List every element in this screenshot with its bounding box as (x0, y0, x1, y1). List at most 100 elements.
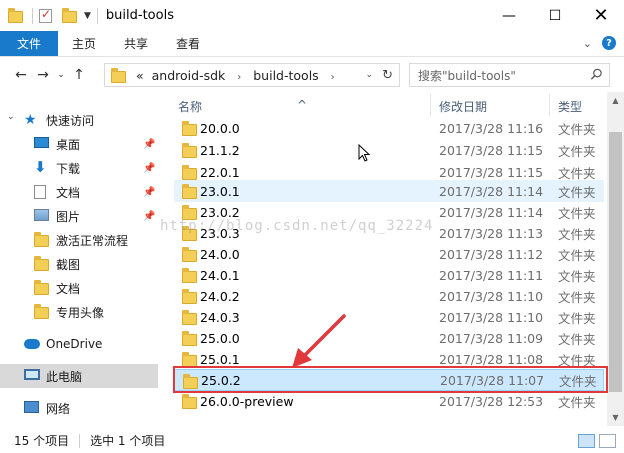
folder-icon (182, 184, 197, 199)
sidebar-item-label: 网络 (46, 401, 71, 416)
tab-view[interactable]: 查看 (162, 31, 214, 56)
file-name: 25.0.1 (200, 351, 240, 367)
folder-icon (34, 232, 50, 247)
pin-icon[interactable]: 📌 (143, 187, 155, 198)
folder-icon (34, 280, 50, 295)
breadcrumb-build-tools[interactable]: build-tools (253, 68, 318, 83)
minimize-button[interactable]: — (486, 0, 532, 31)
sidebar-item-onedrive[interactable]: OneDrive (0, 332, 158, 356)
file-type: 文件夹 (558, 205, 596, 221)
sidebar-item-desktop[interactable]: 桌面 📌 (0, 132, 158, 156)
folder-icon (182, 143, 197, 158)
list-item-selected[interactable]: 25.0.2 2017/3/28 11:07 文件夹 (174, 369, 604, 391)
sidebar-item-network[interactable]: 网络 (0, 396, 158, 420)
forward-button[interactable]: → (32, 67, 54, 83)
file-modified: 2017/3/28 11:10 (439, 288, 544, 304)
recent-locations-button[interactable]: ⌄ (54, 70, 68, 80)
column-headers: ^ 名称 修改日期 类型 (158, 92, 624, 117)
properties-icon[interactable] (39, 7, 52, 23)
help-icon[interactable]: ? (602, 36, 616, 50)
file-type: 文件夹 (558, 289, 596, 305)
divider (79, 433, 81, 448)
search-icon[interactable] (590, 68, 603, 81)
sidebar-item-activation-flow[interactable]: 激活正常流程 (0, 228, 158, 252)
sidebar-item-screenshots[interactable]: 截图 (0, 252, 158, 276)
folder-icon (182, 331, 197, 346)
close-button[interactable]: ✕ (578, 0, 624, 31)
ribbon: 文件 主页 共享 查看 ⌄ ? (0, 31, 624, 57)
sidebar-item-docs-folder[interactable]: 文档 (0, 276, 158, 300)
file-name: 24.0.1 (200, 267, 240, 283)
list-item[interactable]: 25.0.1 2017/3/28 11:08 文件夹 (174, 348, 604, 370)
sidebar-item-label: 图片 (56, 209, 81, 224)
sidebar-item-quick-access[interactable]: ★ 快速访问 (0, 108, 158, 132)
computer-icon (24, 369, 40, 383)
sidebar-item-avatars[interactable]: 专用头像 (0, 300, 158, 324)
quick-access-dropdown-icon[interactable]: ▼ (84, 11, 91, 21)
sidebar-item-label: 文档 (56, 185, 81, 200)
chevron-right-icon[interactable]: › (331, 72, 335, 83)
file-name: 24.0.2 (200, 288, 240, 304)
star-icon: ★ (24, 112, 37, 128)
sidebar-item-documents[interactable]: 文档 📌 (0, 180, 158, 204)
breadcrumb: « android-sdk › build-tools › (136, 68, 339, 83)
sidebar-item-downloads[interactable]: ⬇ 下载 📌 (0, 156, 158, 180)
sort-ascending-icon: ^ (297, 98, 308, 112)
search-input[interactable]: 搜索"build-tools" (418, 67, 516, 84)
list-item[interactable]: 26.0.0-preview 2017/3/28 12:53 文件夹 (174, 390, 604, 412)
breadcrumb-android-sdk[interactable]: android-sdk (152, 68, 226, 83)
maximize-button[interactable]: ☐ (532, 0, 578, 31)
scroll-up-icon[interactable]: ▲ (607, 92, 624, 109)
folder-icon (182, 165, 197, 180)
tab-share[interactable]: 共享 (110, 31, 162, 56)
sidebar-item-pictures[interactable]: 图片 📌 (0, 204, 158, 228)
back-button[interactable]: ← (10, 67, 32, 83)
chevron-right-icon[interactable]: › (237, 72, 241, 83)
view-switcher (578, 433, 616, 448)
scroll-thumb[interactable] (609, 132, 622, 392)
address-bar[interactable]: « android-sdk › build-tools › ⌄ ↻ (104, 63, 400, 87)
up-button[interactable]: ↑ (68, 67, 90, 83)
file-modified: 2017/3/28 11:16 (439, 120, 544, 136)
sidebar-item-label: 截图 (56, 257, 81, 272)
pin-icon[interactable]: 📌 (143, 211, 155, 222)
list-item[interactable]: 24.0.2 2017/3/28 11:10 文件夹 (174, 285, 604, 307)
tab-home[interactable]: 主页 (58, 31, 110, 56)
list-item[interactable]: 24.0.3 2017/3/28 11:10 文件夹 (174, 306, 604, 328)
new-folder-icon[interactable] (62, 7, 78, 23)
large-icons-view-icon[interactable] (599, 433, 616, 448)
search-box[interactable]: 搜索"build-tools" (409, 63, 610, 87)
folder-icon (182, 247, 197, 262)
folder-icon (182, 394, 197, 409)
list-item[interactable]: 24.0.0 2017/3/28 11:12 文件夹 (174, 243, 604, 265)
file-name: 20.0.0 (200, 120, 240, 136)
column-header-name[interactable]: 名称 (178, 98, 202, 115)
file-modified: 2017/3/28 11:14 (439, 183, 544, 199)
sidebar-item-label: 文档 (56, 281, 81, 296)
address-dropdown-icon[interactable]: ⌄ (365, 70, 373, 80)
sidebar-item-this-pc[interactable]: 此电脑 (0, 364, 158, 388)
file-name: 24.0.0 (200, 246, 240, 262)
pin-icon[interactable]: 📌 (143, 139, 155, 150)
list-item[interactable]: 21.1.2 2017/3/28 11:15 文件夹 (174, 139, 604, 161)
scroll-down-icon[interactable]: ▼ (607, 409, 624, 426)
desktop-icon (34, 137, 50, 151)
vertical-scrollbar[interactable]: ▲ ▼ (607, 92, 624, 426)
breadcrumb-overflow[interactable]: « (136, 68, 144, 83)
expand-ribbon-icon[interactable]: ⌄ (583, 37, 592, 50)
list-item[interactable]: 23.0.1 2017/3/28 11:14 文件夹 (174, 180, 604, 202)
column-divider[interactable] (549, 94, 550, 116)
column-header-type[interactable]: 类型 (558, 98, 582, 115)
list-item[interactable]: 25.0.0 2017/3/28 11:09 文件夹 (174, 327, 604, 349)
refresh-icon[interactable]: ↻ (382, 68, 393, 83)
sidebar-item-label: 桌面 (56, 137, 81, 152)
pin-icon[interactable]: 📌 (143, 163, 155, 174)
selection-count: 选中 1 个项目 (90, 434, 166, 448)
list-item[interactable]: 24.0.1 2017/3/28 11:11 文件夹 (174, 264, 604, 286)
tab-file[interactable]: 文件 (0, 31, 58, 56)
list-item[interactable]: 20.0.0 2017/3/28 11:16 文件夹 (174, 117, 604, 139)
details-view-icon[interactable] (578, 433, 595, 448)
column-divider[interactable] (430, 94, 431, 116)
column-header-modified[interactable]: 修改日期 (439, 98, 487, 115)
file-type: 文件夹 (558, 247, 596, 263)
